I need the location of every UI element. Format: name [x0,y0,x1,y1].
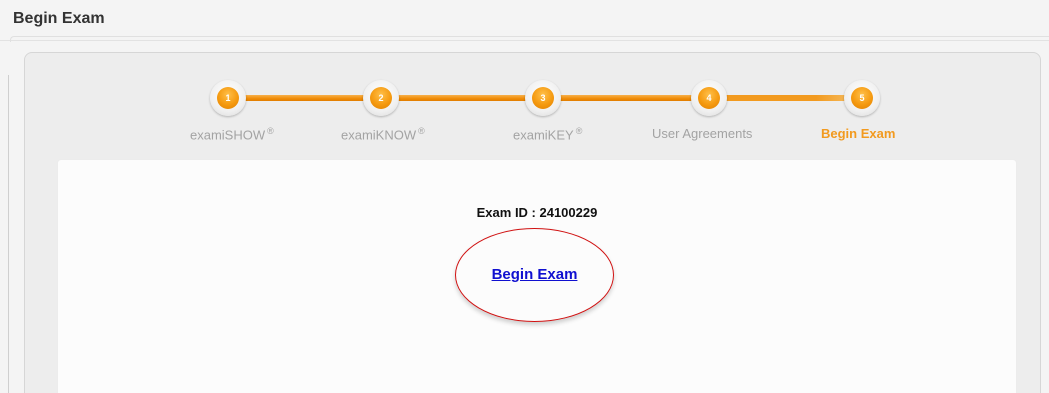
step-2-node: 2 [363,80,399,116]
begin-exam-link[interactable]: Begin Exam [0,266,1049,283]
step-5-badge: 5 [851,87,873,109]
step-2-registered-mark: ® [418,126,425,136]
step-5-label-text: Begin Exam [821,126,896,141]
step-3-badge: 3 [532,87,554,109]
step-4-label: User Agreements [652,126,752,141]
step-track-4-5 [709,95,862,101]
step-2-label-text: examiKNOW [341,127,417,143]
step-track-3-4 [543,95,709,101]
exam-id-text: Exam ID : 24100229 [476,205,598,220]
step-1-registered-mark: ® [267,126,274,136]
step-5-label-active: Begin Exam [821,126,895,141]
step-1-label: examiSHOW ® [190,126,274,142]
progress-stepper: 1 2 3 4 5 examiSHOW ® examiKNOW ® examiKEY… [0,0,1049,160]
step-5-node: 5 [844,80,880,116]
step-4-badge: 4 [698,87,720,109]
step-1-node: 1 [210,80,246,116]
step-2-label: examiKNOW ® [341,126,425,142]
step-3-node: 3 [525,80,561,116]
step-3-registered-mark: ® [575,126,583,136]
step-1-badge: 1 [217,87,239,109]
step-track-1-2 [228,95,381,101]
step-4-label-text: User Agreements [652,126,753,141]
step-1-label-text: examiSHOW [190,127,266,143]
step-track-2-3 [381,95,543,101]
step-3-label: examiKEY ® [513,126,582,142]
step-4-node: 4 [691,80,727,116]
page: Begin Exam 1 2 3 4 5 examiSHOW ® examiKNO… [0,0,1049,393]
step-2-badge: 2 [370,87,392,109]
step-3-label-text: examiKEY [513,127,574,143]
